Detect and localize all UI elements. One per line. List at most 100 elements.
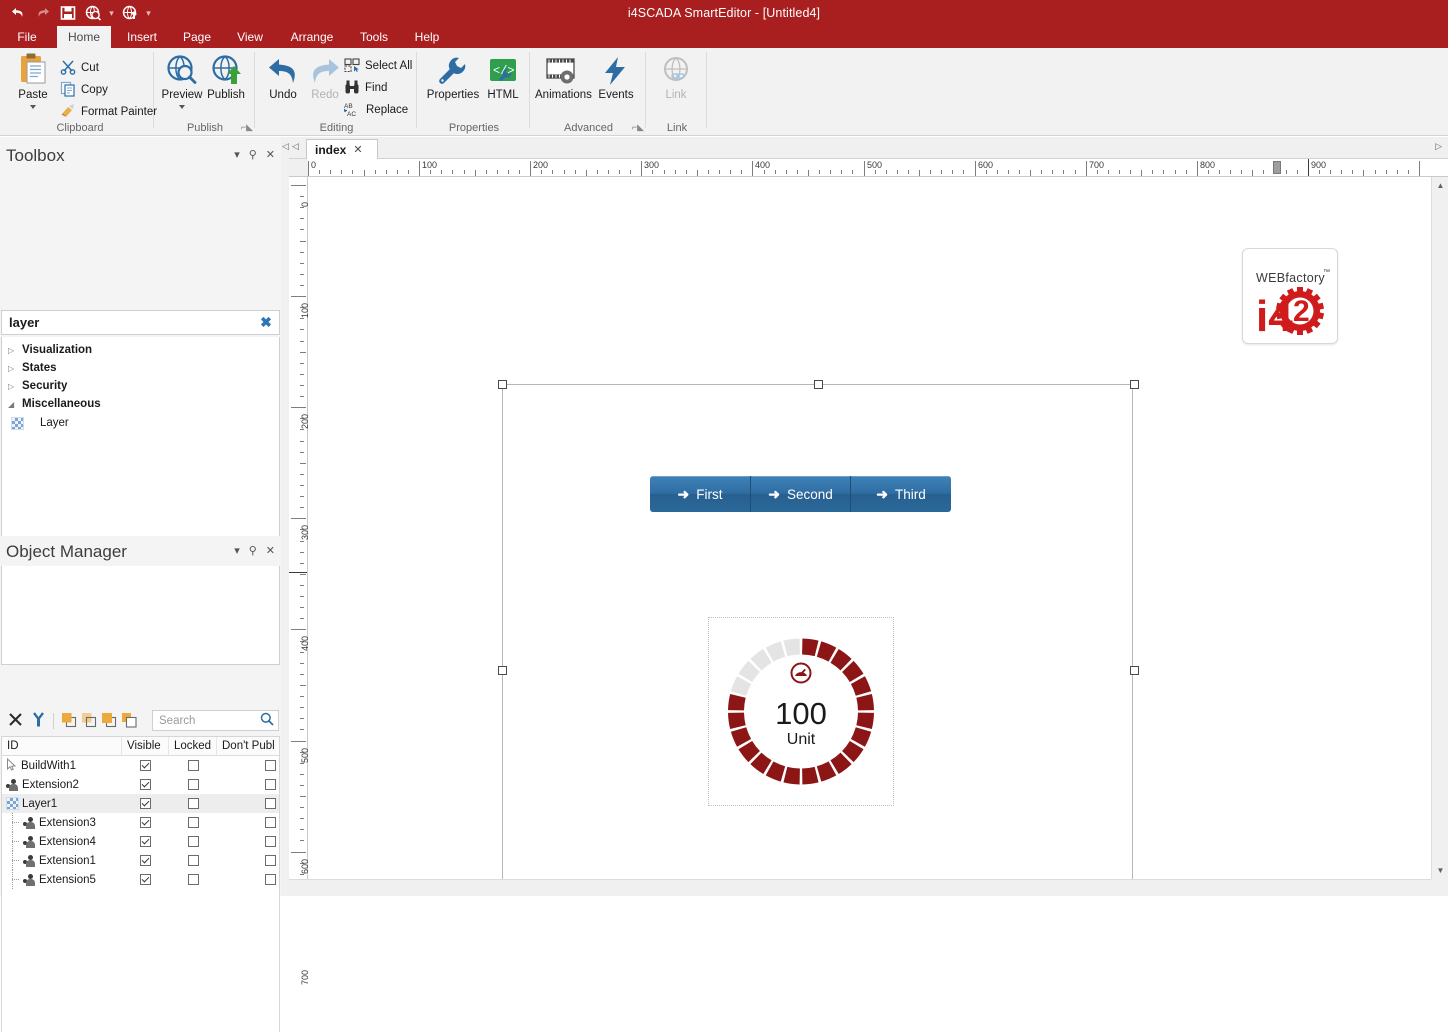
ribbon-tab-insert[interactable]: Insert — [120, 26, 164, 48]
table-row[interactable]: Extension1 — [2, 851, 279, 870]
send-backward-button[interactable] — [121, 712, 137, 731]
paste-caret-icon[interactable] — [30, 105, 36, 109]
toolbox-search-input[interactable]: layer ✖ — [1, 310, 280, 335]
visible-checkbox[interactable] — [140, 855, 151, 866]
toolbox-group-visualization[interactable]: ▷ Visualization — [2, 341, 279, 359]
resize-handle-ne[interactable] — [1130, 380, 1139, 389]
tab-close-icon[interactable]: ✕ — [353, 143, 362, 156]
paste-button[interactable]: Paste — [6, 52, 60, 109]
locked-checkbox[interactable] — [187, 836, 199, 847]
advanced-dialog-launcher-icon[interactable]: ⌐◣ — [632, 122, 644, 133]
toolbox-dropdown-icon[interactable]: ▾ — [234, 140, 240, 171]
column-header-id[interactable]: ID — [2, 737, 122, 755]
om-close-icon[interactable]: ✕ — [266, 536, 275, 567]
nav-button-second[interactable]: ➜ Second — [751, 476, 851, 512]
visible-checkbox[interactable] — [140, 836, 151, 847]
visible-checkbox[interactable] — [140, 817, 151, 828]
visible-checkbox[interactable] — [140, 760, 151, 771]
table-row[interactable]: BuildWith1 — [2, 756, 279, 775]
toolbox-group-miscellaneous[interactable]: ◢ Miscellaneous — [2, 395, 279, 413]
table-row[interactable]: Extension3 — [2, 813, 279, 832]
ribbon-tab-help[interactable]: Help — [406, 26, 448, 48]
scroll-down-icon[interactable]: ▼ — [1432, 862, 1448, 879]
toolbox-group-security[interactable]: ▷ Security — [2, 377, 279, 395]
om-dropdown-icon[interactable]: ▾ — [234, 536, 240, 567]
undo-icon[interactable] — [8, 3, 28, 23]
resize-handle-nw[interactable] — [498, 380, 507, 389]
preview-caret-icon[interactable] — [179, 105, 185, 109]
column-header-locked[interactable]: Locked — [169, 737, 217, 755]
publish-button[interactable]: Publish — [199, 52, 253, 102]
visible-checkbox[interactable] — [140, 798, 151, 809]
send-to-back-button[interactable] — [81, 712, 97, 731]
resize-handle-n[interactable] — [814, 380, 823, 389]
vertical-scrollbar[interactable]: ▲ ▼ — [1431, 177, 1448, 879]
chevron-right-icon[interactable]: ▷ — [8, 346, 22, 355]
table-row[interactable]: Extension4 — [2, 832, 279, 851]
chevron-right-icon[interactable]: ▷ — [8, 364, 22, 373]
collapse-dock-icon[interactable]: ◁ — [282, 141, 289, 152]
ribbon-tab-arrange[interactable]: Arrange — [282, 26, 342, 48]
bring-forward-button[interactable] — [101, 712, 117, 731]
dont-publish-checkbox[interactable] — [265, 779, 276, 790]
bring-to-front-button[interactable] — [61, 712, 77, 731]
horizontal-scrollbar[interactable] — [289, 879, 1431, 896]
scroll-up-icon[interactable]: ▲ — [1432, 177, 1448, 194]
toolbox-pin-icon[interactable]: ⚲ — [249, 140, 257, 171]
locked-checkbox[interactable] — [187, 874, 199, 885]
locked-checkbox[interactable] — [187, 817, 199, 828]
ribbon-tab-tools[interactable]: Tools — [352, 26, 396, 48]
dont-publish-checkbox[interactable] — [265, 817, 276, 828]
animations-button[interactable]: Animations — [535, 52, 592, 102]
om-pin-icon[interactable]: ⚲ — [249, 536, 257, 567]
save-icon[interactable] — [58, 3, 78, 23]
ribbon-tab-file[interactable]: File — [8, 26, 46, 48]
publish-dialog-launcher-icon[interactable]: ⌐◣ — [241, 122, 253, 133]
qat-dropdown-icon[interactable]: ▾ — [108, 3, 115, 23]
copy-button[interactable]: Copy — [60, 79, 108, 101]
locked-checkbox[interactable] — [187, 779, 199, 790]
tab-index[interactable]: index ✕ — [306, 139, 378, 159]
object-properties-button[interactable] — [31, 711, 46, 731]
publish-icon[interactable] — [120, 3, 140, 23]
ribbon-tab-page[interactable]: Page — [176, 26, 218, 48]
cut-button[interactable]: Cut — [60, 57, 99, 79]
search-icon[interactable] — [256, 712, 278, 729]
toolbox-close-icon[interactable]: ✕ — [266, 140, 275, 171]
visible-checkbox[interactable] — [140, 779, 151, 790]
column-header-dont-publish[interactable]: Don't Publ — [217, 737, 279, 755]
resize-handle-e[interactable] — [1130, 666, 1139, 675]
toolbox-group-states[interactable]: ▷ States — [2, 359, 279, 377]
properties-button[interactable]: Properties — [426, 52, 480, 102]
chevron-right-icon[interactable]: ▷ — [8, 382, 22, 391]
navigation-buttons-widget[interactable]: ➜ First ➜ Second ➜ Third — [650, 476, 951, 512]
dont-publish-checkbox[interactable] — [265, 836, 276, 847]
ribbon-tab-view[interactable]: View — [230, 26, 270, 48]
events-button[interactable]: Events — [589, 52, 643, 102]
preview-icon[interactable] — [83, 3, 103, 23]
radial-gauge-widget[interactable]: 100 Unit — [708, 617, 894, 806]
qat-more-icon[interactable]: ▾ — [145, 3, 152, 23]
dont-publish-checkbox[interactable] — [265, 798, 276, 809]
select-all-button[interactable]: Select All — [344, 55, 412, 77]
locked-checkbox[interactable] — [187, 798, 199, 809]
ruler-margin-handle[interactable] — [1273, 161, 1281, 174]
table-row[interactable]: Extension5 — [2, 870, 279, 889]
delete-object-button[interactable] — [7, 711, 24, 731]
nav-button-first[interactable]: ➜ First — [650, 476, 751, 512]
toolbox-search-clear-icon[interactable]: ✖ — [253, 314, 279, 331]
replace-button[interactable]: AB AC Replace — [343, 99, 408, 121]
design-canvas[interactable]: ➜ First ➜ Second ➜ Third 100 Unit WEBfac… — [308, 177, 1434, 879]
resize-handle-w[interactable] — [498, 666, 507, 675]
tab-list-icon[interactable]: ▷ — [1435, 141, 1442, 152]
toolbox-item-layer[interactable]: Layer — [2, 413, 279, 433]
locked-checkbox[interactable] — [187, 760, 199, 771]
html-button[interactable]: </> HTML — [476, 52, 530, 102]
nav-button-third[interactable]: ➜ Third — [851, 476, 951, 512]
chevron-down-icon[interactable]: ◢ — [8, 400, 22, 409]
locked-checkbox[interactable] — [187, 855, 199, 866]
dont-publish-checkbox[interactable] — [265, 760, 276, 771]
table-row[interactable]: Extension2 — [2, 775, 279, 794]
visible-checkbox[interactable] — [140, 874, 151, 885]
dont-publish-checkbox[interactable] — [265, 855, 276, 866]
